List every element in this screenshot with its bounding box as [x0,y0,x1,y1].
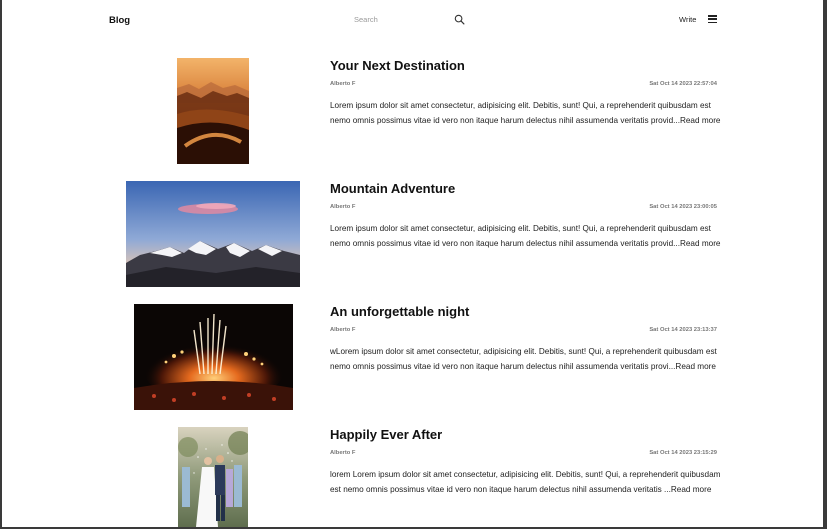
search-icon[interactable] [454,14,465,25]
post-title[interactable]: Your Next Destination [330,58,465,73]
hamburger-menu-icon[interactable] [708,15,717,24]
page: Blog Write [2,0,823,527]
post-date: Sat Oct 14 2023 23:15:29 [649,450,717,456]
post-card[interactable]: Happily Ever After Alberto F Sat Oct 14 … [2,427,823,527]
post-author: Alberto F [330,327,356,333]
post-excerpt: wLorem ipsum dolor sit amet consectetur,… [330,345,722,374]
post-title[interactable]: Mountain Adventure [330,181,455,196]
post-card[interactable]: Mountain Adventure Alberto F Sat Oct 14 … [2,181,823,293]
post-image-mountain[interactable] [126,181,300,287]
post-excerpt-text: Lorem ipsum dolor sit amet consectetur, … [330,224,711,248]
post-image-concert[interactable] [134,304,293,410]
post-author: Alberto F [330,450,356,456]
post-date: Sat Oct 14 2023 23:00:05 [649,204,717,210]
post-title[interactable]: Happily Ever After [330,427,442,442]
post-date: Sat Oct 14 2023 22:57:04 [649,81,717,87]
post-excerpt: Lorem ipsum dolor sit amet consectetur, … [330,222,722,251]
post-author: Alberto F [330,204,356,210]
search-input[interactable] [352,12,456,26]
post-image-desert[interactable] [177,58,249,164]
search-bar [352,12,468,28]
post-excerpt: lorem Lorem ipsum dolor sit amet consect… [330,468,722,497]
post-excerpt-text: wLorem ipsum dolor sit amet consectetur,… [330,347,717,371]
read-more-link[interactable]: Read more [675,362,716,371]
post-card[interactable]: Your Next Destination Alberto F Sat Oct … [2,58,823,170]
read-more-link[interactable]: Read more [680,116,721,125]
post-image-wedding[interactable] [178,427,248,527]
post-card[interactable]: An unforgettable night Alberto F Sat Oct… [2,304,823,416]
write-link[interactable]: Write [679,15,696,24]
post-title[interactable]: An unforgettable night [330,304,469,319]
post-author: Alberto F [330,81,356,87]
brand-logo[interactable]: Blog [109,15,130,26]
post-date: Sat Oct 14 2023 23:13:37 [649,327,717,333]
read-more-link[interactable]: Read more [671,485,712,494]
post-excerpt: Lorem ipsum dolor sit amet consectetur, … [330,99,722,128]
post-excerpt-text: lorem Lorem ipsum dolor sit amet consect… [330,470,721,494]
read-more-link[interactable]: Read more [680,239,721,248]
post-excerpt-text: Lorem ipsum dolor sit amet consectetur, … [330,101,711,125]
